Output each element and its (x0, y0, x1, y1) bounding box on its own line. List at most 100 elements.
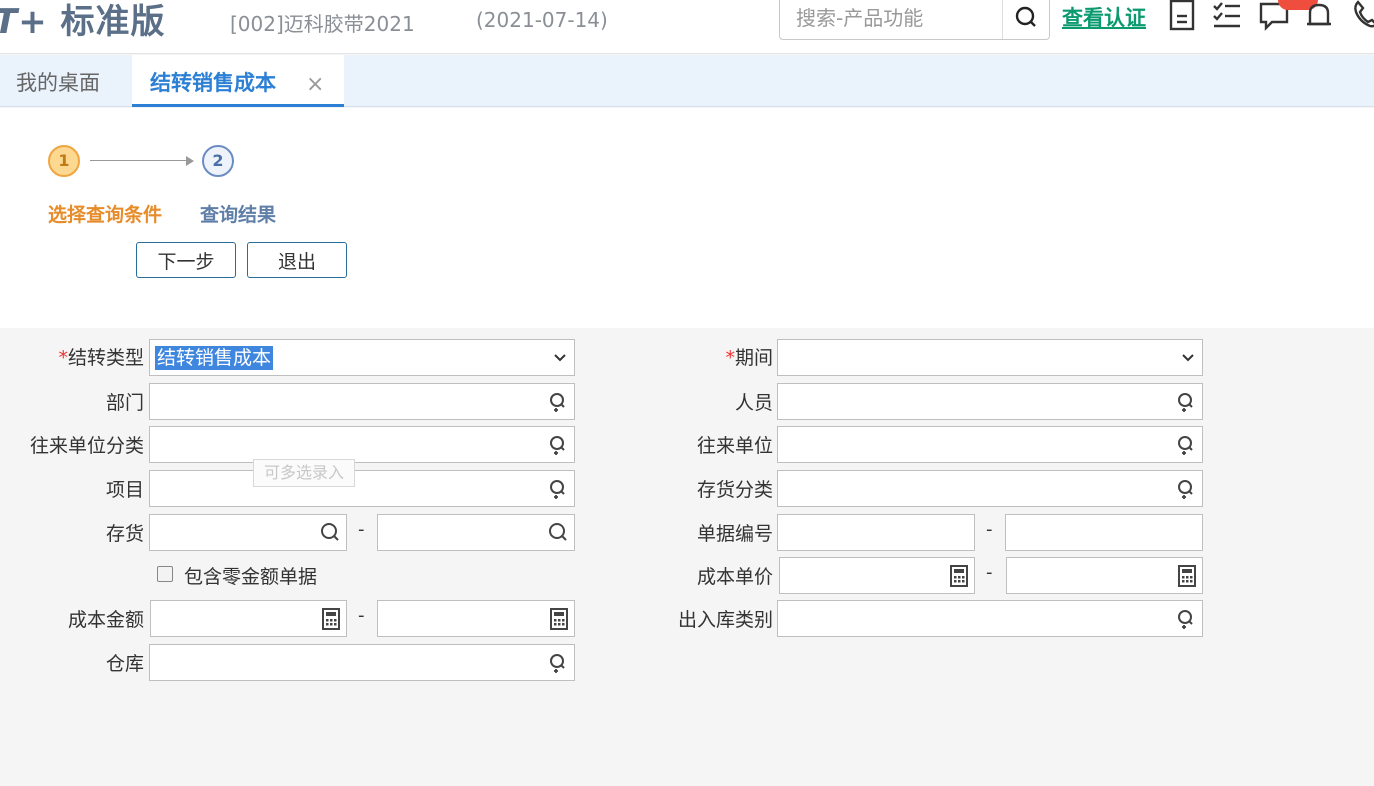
range-dash: - (986, 562, 993, 583)
logo-text: 标准版 (60, 2, 166, 42)
save-icon[interactable] (1166, 0, 1200, 34)
document-number-to-input[interactable] (1006, 515, 1202, 550)
product-logo: T+ 标准版 (0, 0, 166, 43)
calculator-icon[interactable] (318, 606, 344, 632)
tab-bar: 我的桌面 结转销售成本 (0, 55, 1374, 107)
document-number-from-input[interactable] (778, 515, 974, 550)
bell-icon[interactable] (1302, 0, 1336, 34)
partner-category-label: 往来单位分类 (29, 435, 144, 457)
step-2-label: 查询结果 (200, 204, 277, 226)
step-connector (90, 160, 190, 161)
reference-search-icon[interactable] (546, 432, 572, 458)
exit-button[interactable]: 退出 (247, 242, 347, 278)
document-number-from-field[interactable] (777, 514, 975, 551)
warehouse-field[interactable] (149, 644, 575, 681)
reference-search-icon[interactable] (1174, 606, 1200, 632)
tab-close-icon[interactable]: × (306, 72, 324, 97)
project-label: 项目 (105, 479, 144, 501)
document-number-to-field[interactable] (1005, 514, 1203, 551)
person-field[interactable] (777, 383, 1203, 420)
reference-search-icon[interactable] (546, 650, 572, 676)
reference-search-icon[interactable] (546, 476, 572, 502)
calculator-icon[interactable] (546, 606, 572, 632)
reference-search-icon[interactable] (1174, 389, 1200, 415)
search-box (779, 0, 1050, 40)
step-1-label: 选择查询条件 (48, 204, 163, 226)
next-step-button[interactable]: 下一步 (136, 242, 236, 278)
logo-mark: T+ (0, 2, 48, 42)
range-dash: - (986, 519, 993, 540)
inventory-category-input[interactable] (778, 471, 1202, 506)
inventory-category-field[interactable] (777, 470, 1203, 507)
department-label: 部门 (105, 392, 144, 414)
department-input[interactable] (150, 384, 574, 419)
cost-amount-to-field[interactable] (377, 600, 575, 637)
login-date: (2021-07-14) (476, 8, 608, 32)
include-zero-amount-label: 包含零金额单据 (184, 566, 318, 588)
include-zero-amount-checkbox[interactable] (157, 566, 173, 582)
carry-type-value: 结转销售成本 (155, 346, 274, 370)
partner-category-input[interactable] (150, 427, 574, 462)
carry-type-label: *结转类型 (58, 347, 144, 369)
document-number-label: 单据编号 (696, 523, 773, 545)
cost-amount-from-field[interactable] (150, 600, 347, 637)
person-input[interactable] (778, 384, 1202, 419)
search-button[interactable] (1002, 0, 1050, 39)
range-dash: - (358, 519, 365, 540)
inventory-to-input[interactable] (378, 515, 574, 550)
period-select[interactable] (777, 339, 1203, 376)
io-type-field[interactable] (777, 600, 1203, 637)
phone-icon[interactable] (1348, 0, 1374, 34)
partner-input[interactable] (778, 427, 1202, 462)
reference-search-icon[interactable] (1174, 476, 1200, 502)
calculator-icon[interactable] (946, 563, 972, 589)
project-field[interactable] (149, 470, 575, 507)
step-2-indicator: 2 (202, 145, 234, 177)
inventory-to-field[interactable] (377, 514, 575, 551)
inventory-label: 存货 (105, 523, 144, 545)
query-conditions-form: *结转类型 结转销售成本 *期间 部门 人员 往来单位分类 往来单位 项目 可多… (0, 328, 1374, 786)
period-label: *期间 (725, 347, 773, 369)
view-certification-link[interactable]: 查看认证 (1062, 2, 1146, 32)
inventory-category-label: 存货分类 (696, 479, 773, 501)
reference-search-icon[interactable] (1174, 432, 1200, 458)
search-icon[interactable] (546, 520, 572, 546)
inventory-from-field[interactable] (149, 514, 347, 551)
checklist-icon[interactable] (1210, 0, 1244, 34)
top-bar: T+ 标准版 [002]迈科胶带2021 (2021-07-14) 查看认证 (0, 0, 1374, 54)
inventory-from-input[interactable] (150, 515, 346, 550)
step-1-indicator: 1 (48, 145, 80, 177)
warehouse-input[interactable] (150, 645, 574, 680)
step-arrow-icon (186, 156, 194, 166)
unit-cost-from-input[interactable] (780, 558, 974, 593)
project-input[interactable] (150, 471, 574, 506)
partner-category-field[interactable] (149, 426, 575, 463)
person-label: 人员 (734, 392, 773, 414)
search-icon (1015, 6, 1036, 27)
department-field[interactable] (149, 383, 575, 420)
wizard-panel: 1 2 选择查询条件 查询结果 下一步 退出 (0, 108, 1374, 328)
account-name: [002]迈科胶带2021 (230, 12, 415, 36)
cost-amount-to-input[interactable] (378, 601, 574, 636)
carry-type-select[interactable]: 结转销售成本 (149, 339, 575, 376)
partner-field[interactable] (777, 426, 1203, 463)
search-icon[interactable] (318, 520, 344, 546)
reference-search-icon[interactable] (546, 389, 572, 415)
chevron-down-icon (1182, 354, 1194, 362)
chevron-down-icon (554, 354, 566, 362)
cost-amount-label: 成本金额 (67, 609, 144, 631)
io-type-label: 出入库类别 (677, 609, 773, 631)
partner-label: 往来单位 (696, 435, 773, 457)
cost-amount-from-input[interactable] (151, 601, 346, 636)
io-type-input[interactable] (778, 601, 1202, 636)
range-dash: - (358, 605, 365, 626)
calculator-icon[interactable] (1174, 563, 1200, 589)
tab-my-desktop[interactable]: 我的桌面 (16, 55, 100, 107)
multi-select-tooltip: 可多选录入 (253, 459, 355, 487)
unit-cost-from-field[interactable] (779, 557, 975, 594)
search-input[interactable] (780, 0, 1002, 39)
unit-cost-label: 成本单价 (696, 566, 773, 588)
unit-cost-to-input[interactable] (1007, 558, 1202, 593)
unit-cost-to-field[interactable] (1006, 557, 1203, 594)
warehouse-label: 仓库 (105, 653, 144, 675)
